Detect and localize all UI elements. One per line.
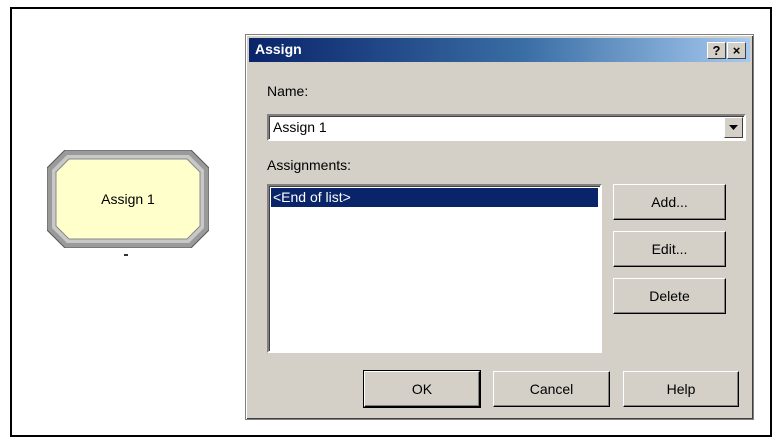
add-button[interactable]: Add... [613,184,726,220]
assignments-list[interactable]: <End of list> [267,184,602,353]
dialog-titlebar[interactable]: Assign ? × [249,38,750,62]
dropdown-arrow-icon[interactable] [724,117,743,138]
help-icon[interactable]: ? [707,42,726,59]
help-button[interactable]: Help [623,371,739,407]
name-combobox[interactable]: Assign 1 [267,114,746,141]
edit-button[interactable]: Edit... [613,231,726,267]
name-label: Name: [267,83,309,99]
dialog-title: Assign [255,41,302,57]
ok-button[interactable]: OK [363,370,481,408]
assignments-label: Assignments: [267,157,352,173]
module-label: Assign 1 [101,191,155,207]
name-input-value[interactable]: Assign 1 [273,119,327,135]
list-item[interactable]: <End of list> [271,188,598,207]
delete-button[interactable]: Delete [613,278,726,314]
assign-dialog: Assign ? × Name: Assign 1 Assignments: <… [245,34,754,420]
close-icon[interactable]: × [727,42,746,59]
cancel-button[interactable]: Cancel [493,371,610,407]
assign-module[interactable]: Assign 1 [47,150,209,248]
module-connector-tick [124,254,128,256]
